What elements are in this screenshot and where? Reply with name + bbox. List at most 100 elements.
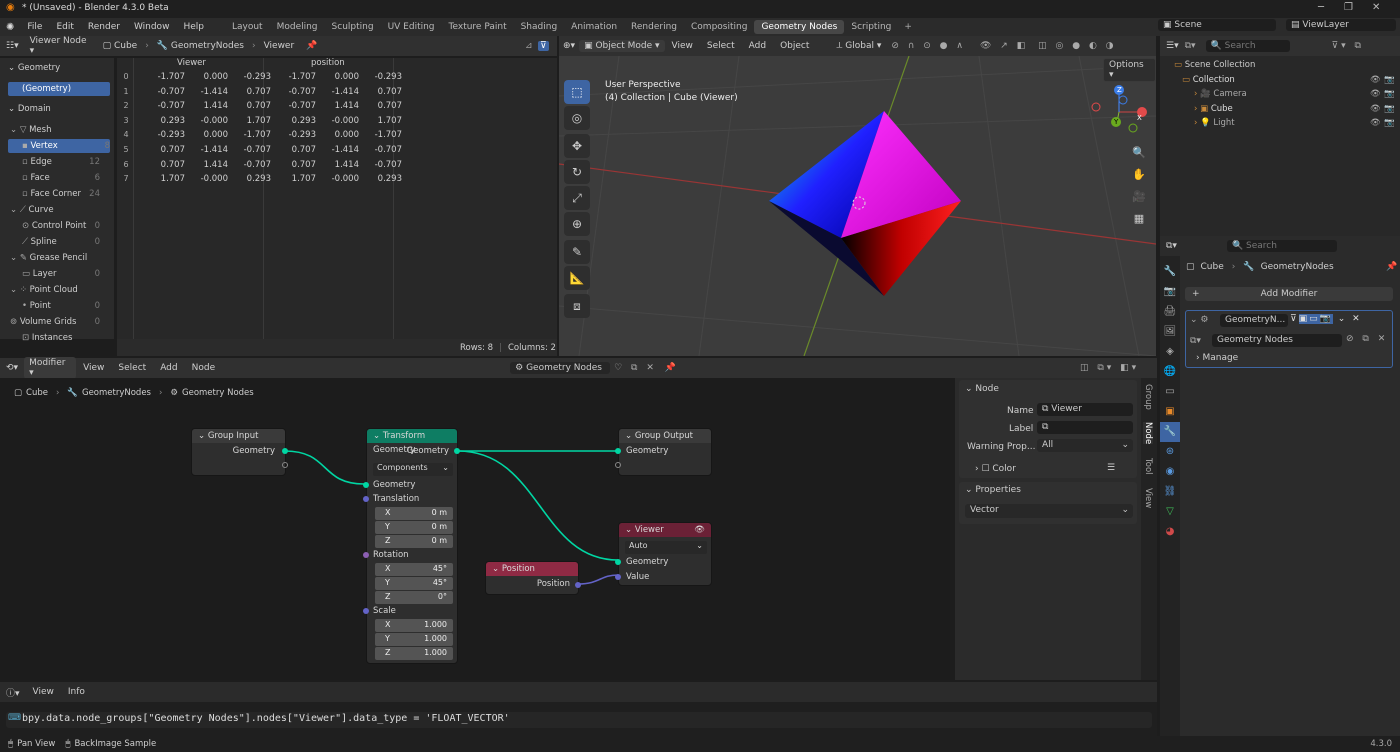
display-mode-dropdown[interactable]: Viewer Node ▾ [25, 35, 95, 57]
manage-panel-toggle[interactable]: › Manage [1196, 353, 1238, 363]
domain-item-volume-grids[interactable]: ⊚ Volume Grids 0 [10, 315, 100, 329]
group-output-geometry-socket[interactable] [615, 448, 621, 454]
domain-item-face[interactable]: ▫ Face 6 [22, 171, 100, 185]
transform-header[interactable]: ⌄ Transform Geometry [367, 429, 457, 455]
position-node[interactable]: ⌄ Position Position [485, 561, 581, 595]
list-icon[interactable]: ☰ [1107, 463, 1115, 473]
scale-socket[interactable] [363, 608, 369, 614]
group-input-node[interactable]: ⌄ Group Input Geometry [191, 428, 288, 476]
position-output-socket[interactable] [575, 582, 581, 588]
transform-scale-x-field[interactable]: X 1.000 [375, 619, 453, 632]
modifier-name-field[interactable]: GeometryN... [1220, 314, 1288, 327]
pin-icon[interactable]: 📌 [306, 41, 317, 51]
domain-item-edge[interactable]: ▫ Edge 12 [22, 155, 100, 169]
menu-info[interactable]: Info [61, 687, 92, 697]
data-tab-icon[interactable]: ▽ [1160, 502, 1180, 522]
menu-render[interactable]: Render [81, 22, 127, 32]
transform-mode-dropdown[interactable]: Components ⌄ [373, 463, 453, 476]
domain-item-mesh[interactable]: ⌄ ▽ Mesh [10, 123, 100, 137]
properties-section-header[interactable]: ⌄ Properties [965, 485, 1021, 495]
maximize-icon[interactable]: ❐ [1344, 2, 1353, 13]
eye-icon[interactable]: 👁 [694, 523, 705, 537]
move-tool-icon[interactable]: ✥ [564, 134, 590, 158]
render-toggle-icon[interactable]: 📷 [1384, 87, 1395, 101]
menu-add[interactable]: Add [153, 363, 184, 373]
shading-icons[interactable]: ◫ ◎ ● ◐ ◑ [1038, 41, 1116, 51]
overlay-icons[interactable]: ◫ ⧉▾ ◧▾ [1080, 363, 1139, 373]
particles-tab-icon[interactable]: ⊛ [1160, 442, 1180, 462]
scene-selector[interactable]: ▣ Scene [1158, 19, 1276, 31]
transform-rotation-z-field[interactable]: Z 0° [375, 591, 453, 604]
visibility-toggle-icon[interactable]: 👁 [1370, 73, 1381, 87]
column-header-viewer[interactable]: Viewer [177, 58, 206, 68]
visibility-icons[interactable]: 👁 ↗ ◧ [980, 41, 1028, 51]
pin-icon[interactable]: 📌 [665, 363, 676, 373]
fake-user-icons[interactable]: ♡ ⧉ ✕ [614, 363, 657, 373]
domain-item-control-point[interactable]: ⊙ Control Point 0 [22, 219, 100, 233]
menu-window[interactable]: Window [127, 22, 177, 32]
workspace-tab-sculpting[interactable]: Sculpting [325, 22, 381, 32]
view-layer-tab-icon[interactable]: 🖼 [1160, 322, 1180, 342]
group-input-empty-socket[interactable] [282, 462, 288, 468]
modifier-crumb[interactable]: 🔧 GeometryNodes [157, 41, 244, 51]
domain-item-face-corner[interactable]: ▫ Face Corner 24 [22, 187, 100, 201]
info-log-entry[interactable]: ⌨ bpy.data.node_groups["Geometry Nodes"]… [6, 712, 1152, 728]
group-input-geometry-socket[interactable] [282, 448, 288, 454]
menu-file[interactable]: File [20, 22, 49, 32]
modifier-tab-icon[interactable]: 🔧 [1160, 422, 1180, 442]
viewer-node[interactable]: ⌄ Viewer 👁 Auto ⌄ Geometry Value [615, 522, 712, 586]
outliner-item-scene-collection[interactable]: ▭ Scene Collection [1174, 58, 1255, 72]
outliner-item-collection[interactable]: ▭ Collection 👁 📷 [1182, 73, 1395, 87]
outliner-item-camera[interactable]: › 🎥 Camera 👁 📷 [1194, 87, 1395, 101]
domain-item-point[interactable]: • Point 0 [22, 299, 100, 313]
transform-tool-icon[interactable]: ⊕ [564, 212, 590, 236]
domain-item-grease-pencil[interactable]: ⌄ ✎ Grease Pencil [10, 251, 100, 265]
transform-scale-y-field[interactable]: Y 1.000 [375, 633, 453, 646]
transform-rotation-y-field[interactable]: Y 45° [375, 577, 453, 590]
column-header-position[interactable]: position [311, 58, 345, 68]
zoom-icon[interactable]: 🔍 [1129, 142, 1149, 164]
grid-icon[interactable]: ▦ [1129, 208, 1149, 230]
workspace-tab-geometry-nodes[interactable]: Geometry Nodes [754, 20, 845, 34]
domain-item-layer[interactable]: ▭ Layer 0 [22, 267, 100, 281]
transform-scale-z-field[interactable]: Z 1.000 [375, 647, 453, 660]
material-tab-icon[interactable]: ◕ [1160, 522, 1180, 542]
node-group-selector[interactable]: ⚙ Geometry Nodes [510, 362, 611, 374]
rotation-socket[interactable] [363, 552, 369, 558]
blender-menu-icon[interactable]: ✺ [0, 22, 20, 33]
object-tab-icon[interactable]: ▣ [1160, 402, 1180, 422]
add-cube-tool-icon[interactable]: ⧈ [564, 294, 590, 318]
menu-add[interactable]: Add [742, 41, 773, 51]
add-modifier-button[interactable]: + Add Modifier [1185, 287, 1393, 301]
sidebar-tab-node[interactable]: Node [1143, 422, 1153, 445]
position-header[interactable]: ⌄ Position [486, 562, 578, 576]
editor-type-icon[interactable]: ⓘ▾ [0, 686, 26, 699]
close-icon[interactable]: ✕ [1372, 2, 1380, 13]
menu-view[interactable]: View [26, 687, 61, 697]
physics-tab-icon[interactable]: ◉ [1160, 462, 1180, 482]
workspace-tab-animation[interactable]: Animation [564, 22, 624, 32]
filter-icon[interactable]: ⊽ [538, 41, 549, 51]
transform-translation-z-field[interactable]: Z 0 m [375, 535, 453, 548]
snap-icons[interactable]: ⊘ ∩ ⊙ ● ∧ [891, 41, 966, 51]
display-mode-icon[interactable]: ⧉▾ [1185, 41, 1196, 51]
name-field[interactable]: ⧉ Viewer [1037, 403, 1133, 416]
menu-view[interactable]: View [76, 363, 111, 373]
camera-icon[interactable]: 🎥 [1129, 186, 1149, 208]
sidebar-tab-group[interactable]: Group [1143, 384, 1153, 410]
minimize-icon[interactable]: ─ [1318, 2, 1324, 13]
color-toggle[interactable]: › ☐ Color [975, 464, 1016, 474]
data-type-dropdown[interactable]: Vector ⌄ [965, 504, 1133, 518]
geometry-heading[interactable]: ⌄ Geometry [8, 61, 60, 75]
add-workspace-icon[interactable]: + [898, 22, 918, 32]
constraints-tab-icon[interactable]: ⛓ [1160, 482, 1180, 502]
viewer-header[interactable]: ⌄ Viewer 👁 [619, 523, 711, 537]
pan-icon[interactable]: ✋ [1129, 164, 1149, 186]
editor-type-icon[interactable]: ☰▾ [1160, 41, 1185, 51]
geometry-item[interactable]: (Geometry) [8, 82, 110, 96]
modifier-toggle-icons[interactable]: ⊽▣▭📷 ⌄ ✕ [1290, 314, 1362, 324]
sidebar-tab-view[interactable]: View [1143, 488, 1153, 508]
transform-output-socket[interactable] [454, 448, 460, 454]
domain-item-spline[interactable]: ⟋ Spline 0 [22, 235, 100, 249]
node-editor[interactable]: ▢ Cube › 🔧 GeometryNodes › ⚙ Geometry Node… [0, 378, 950, 680]
